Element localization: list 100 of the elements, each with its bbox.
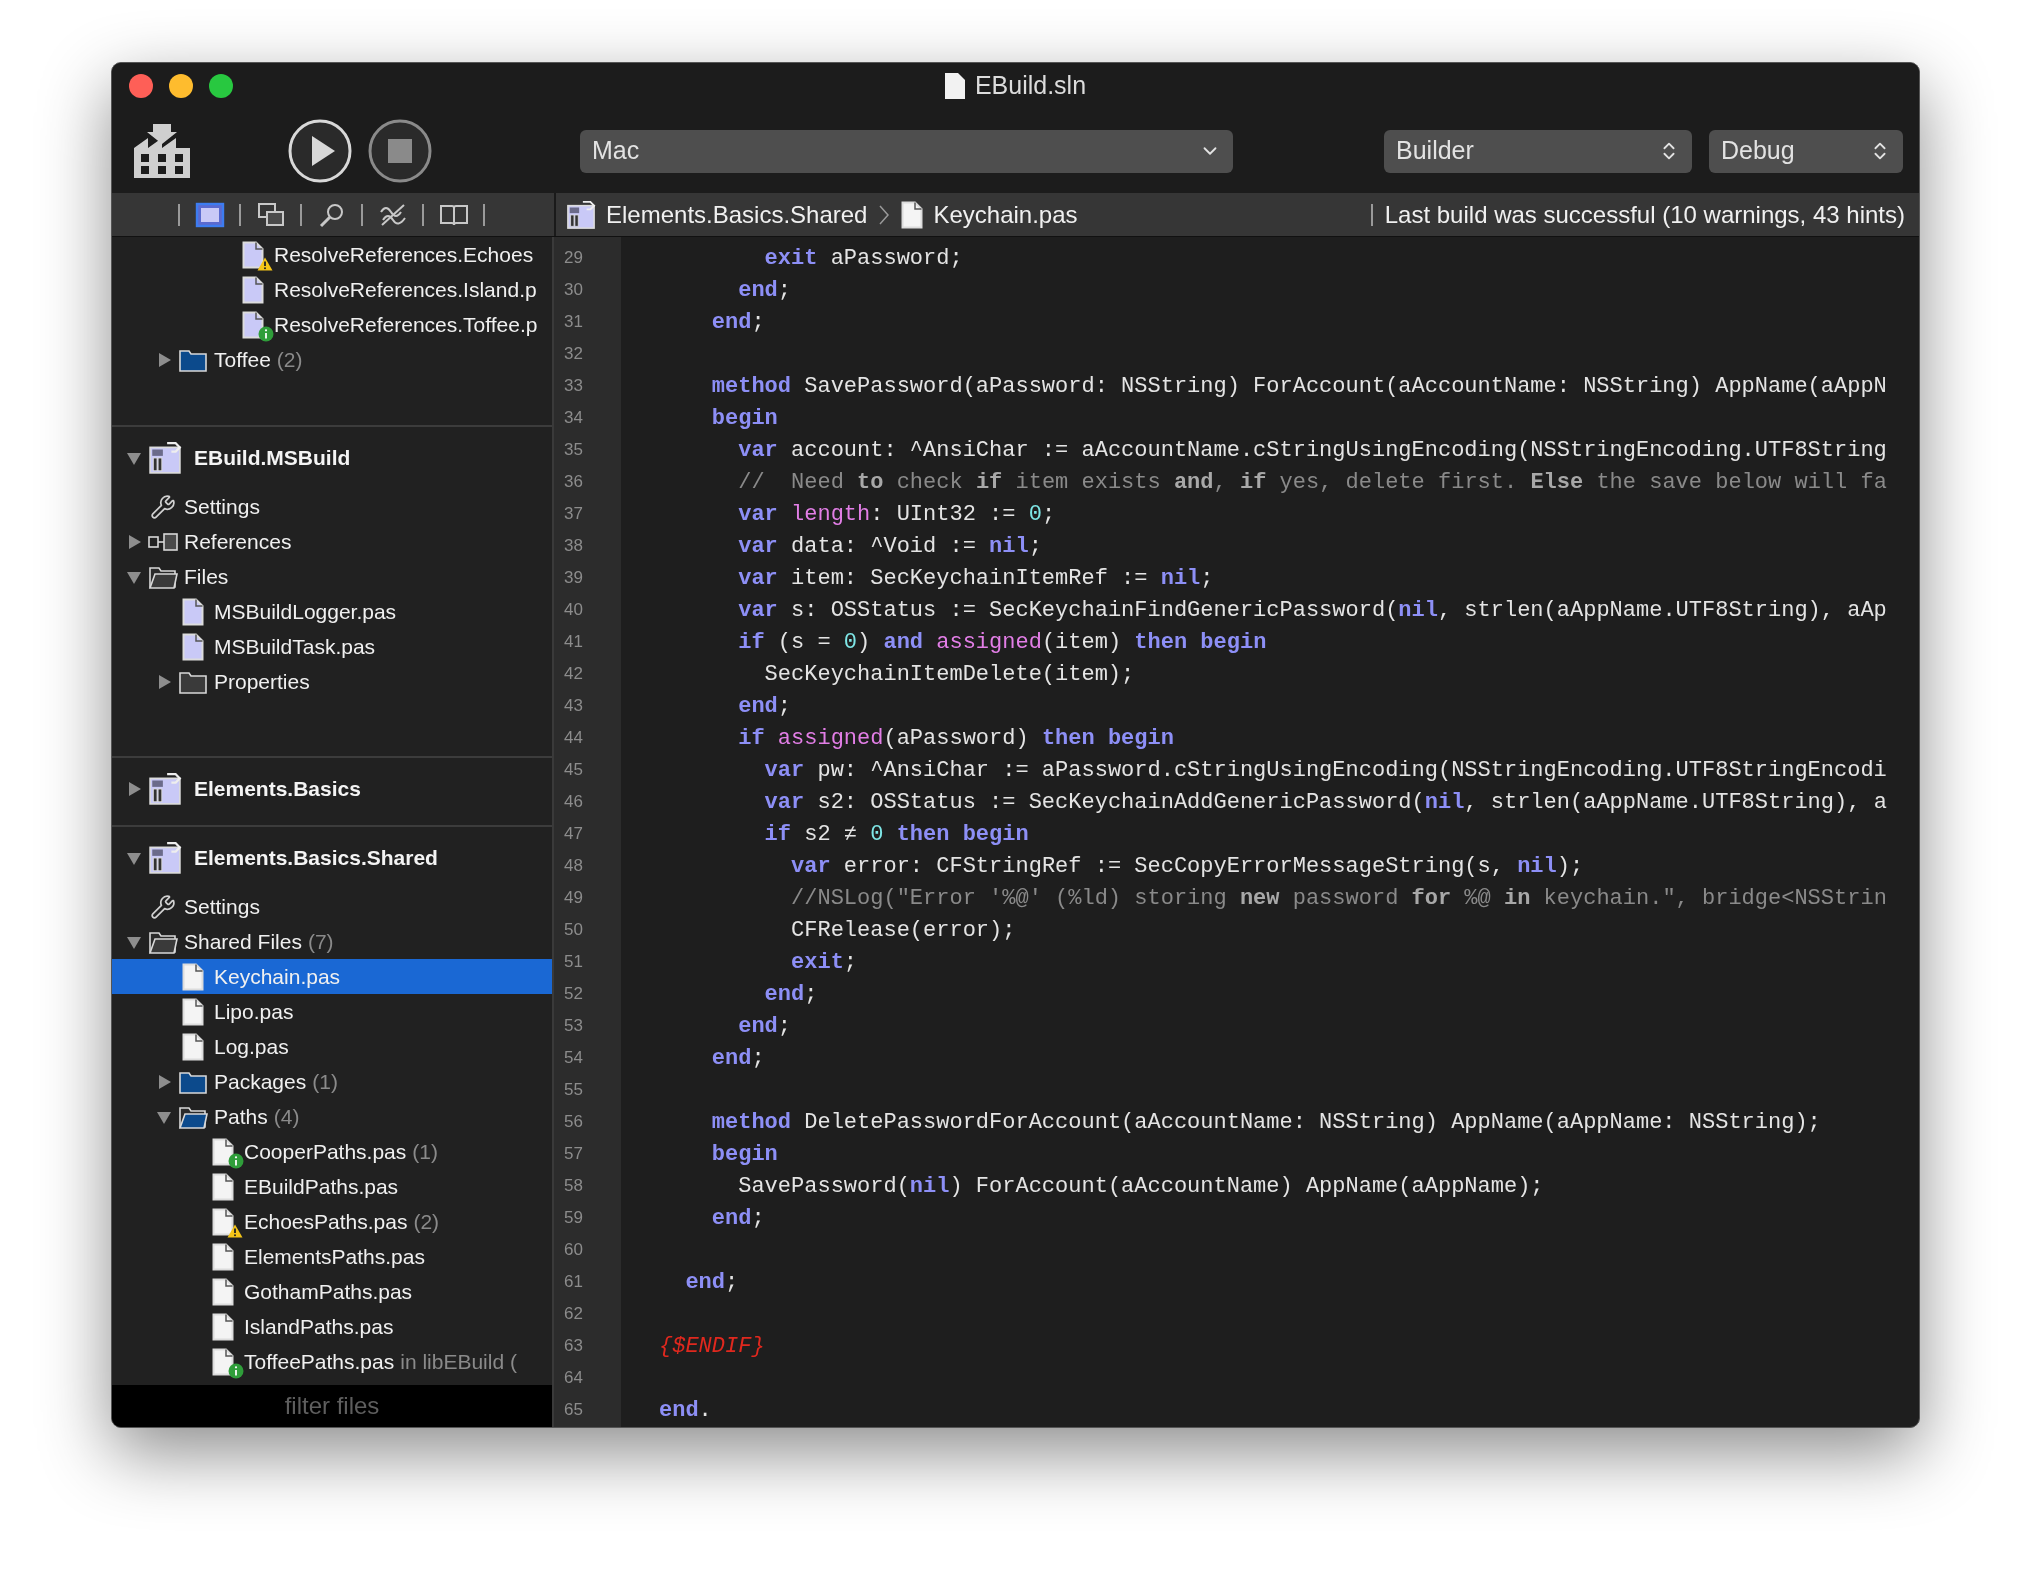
document-icon [901, 200, 924, 229]
line-number: 65 [564, 1399, 583, 1422]
zoom-window-button[interactable] [209, 74, 233, 98]
item-label: Files [184, 563, 229, 590]
expand-arrow-icon[interactable] [126, 533, 142, 550]
tree-item[interactable]: Keychain.pas [112, 959, 552, 994]
item-count: (4) [273, 1103, 300, 1130]
code-line: {$ENDIF} [659, 1332, 765, 1361]
item-label: ResolveReferences.Island.p [274, 276, 537, 303]
code-line: end; [737, 692, 792, 721]
tree-item[interactable]: ResolveReferences.Toffee.p [112, 307, 552, 342]
project-title[interactable]: Elements.Basics [194, 773, 361, 805]
item-label: ToffeePaths.pas [244, 1348, 395, 1375]
item-label: IslandPaths.pas [244, 1313, 394, 1340]
line-number: 62 [564, 1303, 583, 1326]
tree-item[interactable]: ElementsPaths.pas [112, 1239, 552, 1274]
item-label: ResolveReferences.Echoes [274, 241, 534, 268]
line-number: 55 [564, 1079, 583, 1102]
code-line: var pw: ^AnsiChar := aPassword.cStringUsingEncoding(NSStringEncoding.UTF8StringEncodi [763, 756, 1887, 785]
tree-item[interactable]: EBuildPaths.pas [112, 1169, 552, 1204]
play-button[interactable] [288, 119, 352, 183]
issues-tab[interactable] [377, 201, 408, 228]
code-line: var item: SecKeychainItemRef := nil; [737, 564, 1214, 593]
tree-item[interactable]: ToffeePaths.pas in libEBuild ( [112, 1344, 552, 1379]
close-window-button[interactable] [129, 74, 153, 98]
tree-item[interactable]: References [112, 524, 552, 559]
item-label: Log.pas [214, 1033, 289, 1060]
code-line: end; [710, 1204, 765, 1233]
project-title[interactable]: EBuild.MSBuild [194, 442, 351, 474]
chevron-right-icon [879, 204, 890, 225]
line-number: 30 [564, 279, 583, 302]
stop-button[interactable] [368, 119, 432, 183]
line-number: 49 [564, 887, 583, 910]
project-navigator-tab[interactable] [194, 201, 225, 228]
tree-item[interactable]: Lipo.pas [112, 994, 552, 1029]
minimize-window-button[interactable] [169, 74, 193, 98]
line-number: 59 [564, 1207, 583, 1230]
tree-item[interactable]: MSBuildTask.pas [112, 629, 552, 664]
tree-item[interactable]: Log.pas [112, 1029, 552, 1064]
code-line: begin [710, 1140, 778, 1169]
collapse-arrow-icon[interactable] [126, 450, 142, 466]
line-number: 37 [564, 503, 583, 526]
code-line: var account: ^AnsiChar := aAccountName.cStringUsingEncoding(NSStringEncoding.UTF8String [737, 436, 1887, 465]
tree-item[interactable]: Packages (1) [112, 1064, 552, 1099]
tree-item[interactable]: Shared Files (7) [112, 924, 552, 959]
document-icon [944, 73, 965, 99]
configuration-dropdown[interactable]: Debug [1709, 129, 1903, 173]
item-label: MSBuildLogger.pas [214, 598, 397, 625]
code-line: var length: UInt32 := 0; [737, 500, 1056, 529]
line-number: 46 [564, 791, 583, 814]
code-line: //NSLog("Error '%@' (%ld) storing new password for %@ in keychain.", bridge<NSStrin [790, 884, 1887, 913]
line-number: 32 [564, 343, 583, 366]
project-icon [148, 441, 182, 475]
expand-arrow-icon[interactable] [156, 673, 172, 690]
item-label: ResolveReferences.Toffee.p [274, 311, 538, 338]
code-line: exit; [790, 948, 858, 977]
expand-arrow-icon[interactable] [156, 1073, 172, 1090]
line-number: 54 [564, 1047, 583, 1070]
line-number: 41 [564, 631, 583, 654]
item-label: Shared Files [184, 928, 302, 955]
project-icon [148, 772, 182, 806]
item-label: Settings [184, 493, 260, 520]
tree-item[interactable]: GothamPaths.pas [112, 1274, 552, 1309]
project-title[interactable]: Elements.Basics.Shared [194, 842, 438, 874]
project-icon [566, 199, 596, 230]
tree-item[interactable]: Paths (4) [112, 1099, 552, 1134]
item-label: MSBuildTask.pas [214, 633, 376, 660]
line-number: 29 [564, 247, 583, 270]
line-number: 33 [564, 375, 583, 398]
breadcrumb-item[interactable]: Elements.Basics.Shared [606, 196, 868, 233]
line-number: 35 [564, 439, 583, 462]
code-line: end; [737, 276, 792, 305]
tree-item[interactable]: Properties [112, 664, 552, 699]
code-line: method SavePassword(aPassword: NSString) ForAccount(aAccountName: NSString) AppName(aAppN [710, 372, 1887, 401]
tree-item[interactable]: Settings [112, 889, 552, 924]
tree-item[interactable]: ResolveReferences.Island.p [112, 272, 552, 307]
line-number: 42 [564, 663, 583, 686]
tree-item[interactable]: MSBuildLogger.pas [112, 594, 552, 629]
tree-item[interactable]: Toffee (2) [112, 342, 552, 377]
scheme-dropdown[interactable]: Mac [580, 129, 1233, 173]
code-line: end; [763, 980, 818, 1009]
code-line: var s: OSStatus := SecKeychainFindGenericPassword(nil, strlen(aAppName.UTF8String), aAp [737, 596, 1887, 625]
code-line: end. [659, 1396, 712, 1425]
tree-item[interactable]: EchoesPaths.pas (2) [112, 1204, 552, 1239]
filter-field[interactable]: filter files [112, 1385, 552, 1427]
tree-item[interactable]: CooperPaths.pas (1) [112, 1134, 552, 1169]
windows-tab[interactable] [255, 201, 286, 228]
tree-item[interactable]: Files [112, 559, 552, 594]
tree-item[interactable]: ResolveReferences.Echoes [112, 237, 552, 272]
item-label: Packages [214, 1068, 307, 1095]
expand-arrow-icon[interactable] [156, 351, 172, 368]
line-number: 38 [564, 535, 583, 558]
expand-arrow-icon[interactable] [126, 781, 142, 797]
item-count: (1) [412, 1138, 438, 1165]
tree-item[interactable]: Settings [112, 489, 552, 524]
tree-item[interactable]: IslandPaths.pas [112, 1309, 552, 1344]
breadcrumb-item[interactable]: Keychain.pas [933, 196, 1078, 233]
builder-dropdown[interactable]: Builder [1384, 129, 1692, 173]
line-number: 44 [564, 727, 583, 750]
collapse-arrow-icon[interactable] [126, 850, 142, 866]
